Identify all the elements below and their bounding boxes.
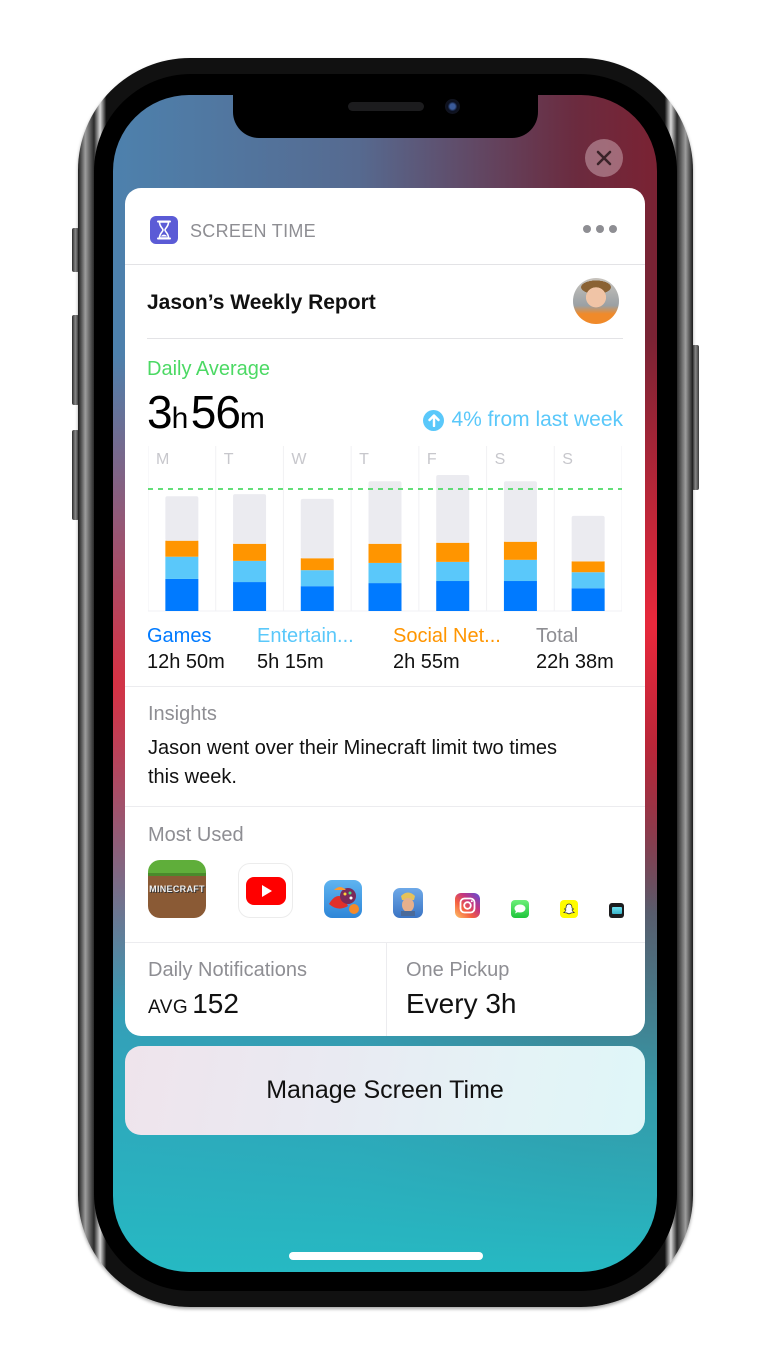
bar-segment-entertainment [233, 560, 267, 583]
day-label: S [495, 451, 506, 468]
daily-average-value: 3h 56m [147, 385, 265, 439]
legend-value: 22h 38m [536, 651, 614, 673]
bar-segment-social-networking [368, 543, 402, 563]
candy-crush-icon[interactable] [324, 880, 362, 918]
speaker-grille [348, 102, 424, 111]
divider [125, 806, 645, 807]
app-name: SCREEN TIME [190, 221, 316, 241]
tv-icon[interactable] [609, 903, 624, 918]
home-indicator[interactable] [289, 1252, 483, 1260]
ellipsis-dot [596, 225, 604, 233]
divider [147, 338, 623, 339]
ellipsis-dot [609, 225, 617, 233]
notifications-count: 152 [192, 988, 239, 1019]
avg-prefix: AVG [148, 997, 189, 1018]
most-used-label: Most Used [148, 824, 244, 846]
avatar[interactable] [573, 278, 619, 324]
bar-segment-games [571, 588, 605, 611]
legend-label: Total [536, 625, 579, 647]
bar-segment-social-networking [503, 541, 537, 560]
close-icon [596, 150, 612, 166]
day-label: T [359, 451, 369, 468]
report-title: Jason’s Weekly Report [147, 291, 376, 314]
bar-segment-other [571, 515, 605, 562]
day-label: S [562, 451, 573, 468]
bar-segment-entertainment [300, 570, 334, 587]
legend-label: Social Net... [393, 625, 501, 647]
insights-text: Jason went over their Minecraft limit tw… [148, 737, 558, 788]
trend-text: 4% from last week [451, 408, 623, 431]
minecraft-icon[interactable]: MINECRAFT [148, 860, 206, 918]
messages-icon[interactable] [511, 900, 529, 918]
day-label: M [156, 451, 169, 468]
daily-notifications-value: AVG 152 [148, 988, 239, 1020]
ellipsis-icon [583, 225, 591, 233]
fortnite-icon[interactable] [393, 888, 423, 918]
bar-segment-other [233, 494, 267, 544]
close-button[interactable] [585, 139, 623, 177]
minecraft-logo-text: MINECRAFT [149, 884, 205, 894]
youtube-icon[interactable] [238, 863, 293, 918]
hourglass-icon [150, 216, 178, 244]
pickups-value: Every 3h [406, 988, 517, 1019]
day-label: F [427, 451, 437, 468]
daily-average-label: Daily Average [147, 358, 271, 380]
hours-unit: h [171, 402, 189, 435]
bar-segment-entertainment [368, 562, 402, 584]
legend-item-entertainment[interactable]: Entertain... 5h 15m [257, 625, 354, 674]
legend-item-total: Total 22h 38m [536, 625, 614, 674]
day-label: W [291, 451, 307, 468]
divider [125, 942, 645, 943]
bar-segment-entertainment [165, 556, 199, 579]
divider [125, 686, 645, 687]
trend-indicator: 4% from last week [423, 408, 623, 432]
hours-value: 3 [147, 386, 173, 438]
chart-legend: Games 12h 50m Entertain... 5h 15m Social… [147, 625, 627, 677]
card-header: SCREEN TIME [125, 188, 645, 265]
manage-screen-time-button[interactable]: Manage Screen Time [125, 1046, 645, 1135]
bar-segment-games [368, 583, 402, 611]
tv-screen [611, 907, 622, 914]
bar-segment-other [368, 481, 402, 544]
bar-segment-other [165, 496, 199, 541]
bar-segment-social-networking [436, 542, 470, 562]
legend-item-social[interactable]: Social Net... 2h 55m [393, 625, 501, 674]
day-label: T [224, 451, 234, 468]
legend-item-games[interactable]: Games 12h 50m [147, 625, 225, 674]
usage-chart: MTWTFSS [148, 446, 622, 612]
daily-notifications-label: Daily Notifications [148, 959, 307, 981]
legend-label: Games [147, 625, 212, 647]
bar-segment-entertainment [571, 572, 605, 589]
insights-label: Insights [148, 703, 217, 725]
bar-segment-entertainment [503, 559, 537, 582]
screen-time-card: SCREEN TIME Jason’s Weekly Report Daily … [125, 188, 645, 1036]
bar-segment-games [503, 581, 537, 611]
minutes-unit: m [239, 402, 265, 435]
bar-segment-games [165, 578, 199, 611]
legend-label: Entertain... [257, 625, 354, 647]
front-camera [445, 99, 460, 114]
arrow-up-circle-icon [423, 409, 445, 431]
divider [386, 943, 387, 1036]
instagram-icon[interactable] [455, 893, 480, 918]
bar-segment-games [233, 582, 267, 611]
pickups-label: One Pickup [406, 959, 510, 981]
side-button [692, 345, 699, 490]
legend-value: 5h 15m [257, 651, 324, 673]
bar-segment-other [300, 498, 334, 559]
legend-value: 2h 55m [393, 651, 460, 673]
legend-value: 12h 50m [147, 651, 225, 673]
more-options-button[interactable] [583, 225, 617, 233]
bar-segment-other [436, 475, 470, 543]
bar-segment-social-networking [233, 543, 267, 561]
snapchat-icon[interactable] [560, 900, 578, 918]
bar-segment-games [436, 581, 470, 611]
bar-segment-social-networking [165, 540, 199, 557]
bar-segment-games [300, 586, 334, 611]
bar-segment-social-networking [571, 561, 605, 573]
bar-segment-social-networking [300, 558, 334, 571]
bar-segment-other [503, 481, 537, 542]
minutes-value: 56 [190, 386, 241, 438]
bar-segment-entertainment [436, 561, 470, 582]
